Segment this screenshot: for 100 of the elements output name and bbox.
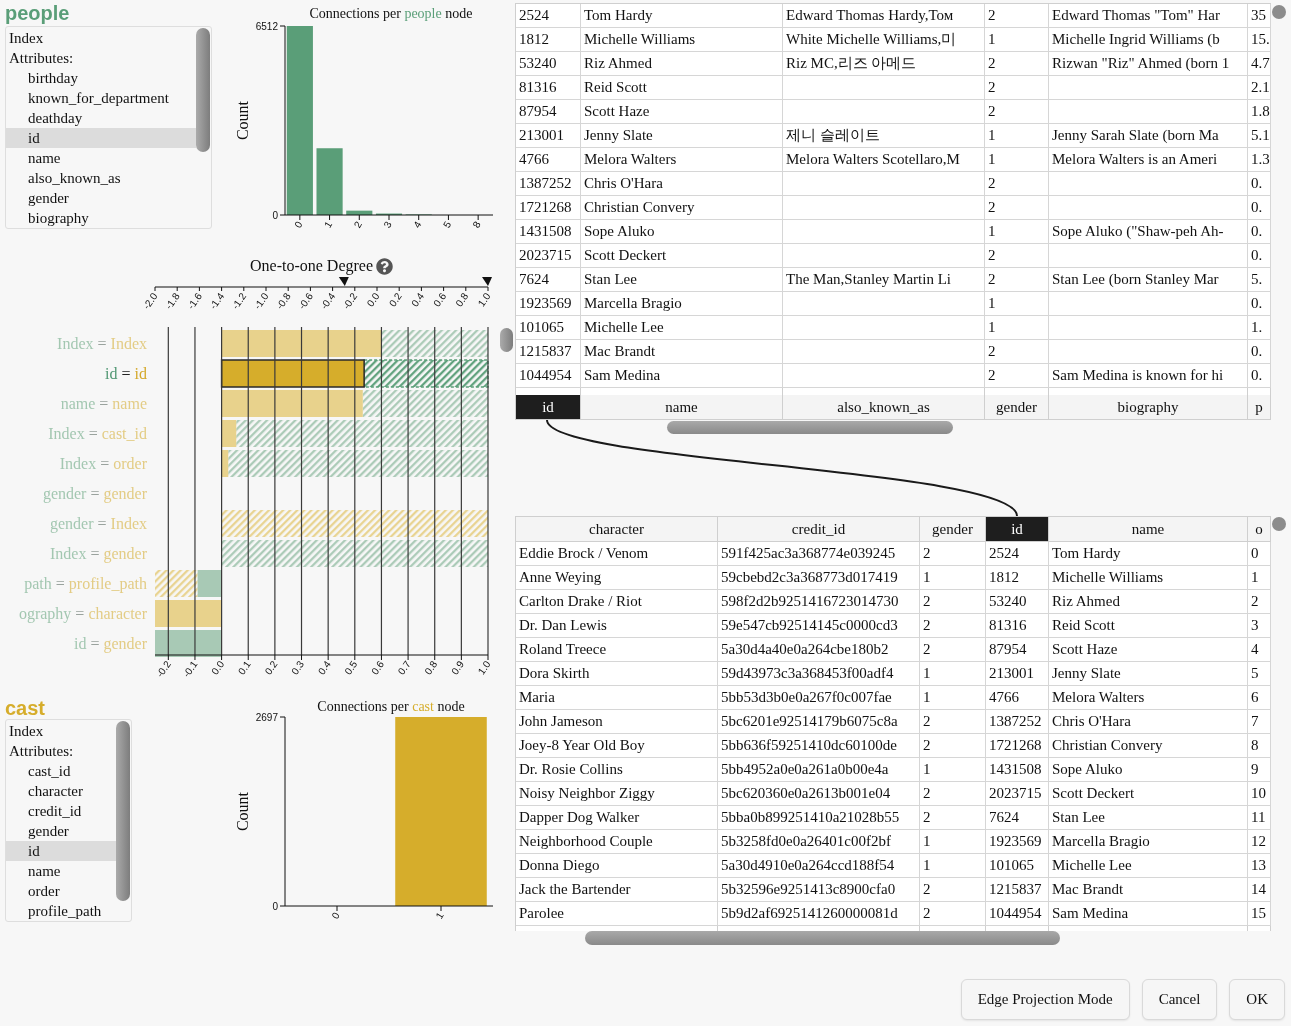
axis-tick-label: 0.6: [369, 658, 387, 677]
table-cell: 1431508: [986, 758, 1049, 782]
table-cell: 0.: [1248, 172, 1271, 196]
axis-tick-label: 0.8: [422, 658, 440, 677]
table-cell: 2: [985, 52, 1049, 76]
table-cell: 제니 슬레이트: [783, 124, 985, 148]
table-cell: 1: [1248, 566, 1271, 590]
table-cell: 3: [1248, 614, 1271, 638]
table-cell: 4766: [986, 686, 1049, 710]
table-cell: 0.: [1248, 340, 1271, 364]
table-cell: Riz MC,리즈 아메드: [783, 52, 985, 76]
table-cell: Roland Treece: [516, 638, 718, 662]
table-cell: Sam Medina: [1049, 902, 1248, 926]
table-cell: 8: [1248, 734, 1271, 758]
table-cell: 1: [920, 662, 986, 686]
table-cell: 2: [985, 4, 1049, 28]
axis-tick-label: 0.7: [395, 658, 413, 677]
table-cell: 35: [1248, 4, 1271, 28]
table-cell: Parolee: [516, 902, 718, 926]
axis-tick-label: 0.3: [289, 658, 307, 677]
table-cell: 213001: [986, 662, 1049, 686]
table-cell: 1: [985, 28, 1049, 52]
table-cell: 1.: [1248, 316, 1271, 340]
table-cell: 213001: [516, 124, 581, 148]
table-cell: 1812: [516, 28, 581, 52]
table-cell: 591f425ac3a368774e039245: [718, 542, 920, 566]
table-cell: 2: [920, 878, 986, 902]
table-cell: Chris O'Hara: [1049, 710, 1248, 734]
table-cell: Melora Walters: [1049, 686, 1248, 710]
table-cell: Maria: [516, 686, 718, 710]
table-cell: 1: [985, 124, 1049, 148]
table-cell: 12: [1248, 830, 1271, 854]
table-cell: Sope Aluko ("Shaw-peh Ah-: [1049, 220, 1248, 244]
table-cell: 5bc6201e92514179b6075c8a: [718, 710, 920, 734]
axis-tick-label: 0.6: [431, 290, 449, 309]
table-cell: 2: [920, 806, 986, 830]
axis-tick-label: -0.6: [296, 290, 316, 312]
table-cell: 2: [985, 172, 1049, 196]
table-cell: 59cbebd2c3a368773d017419: [718, 566, 920, 590]
table-cell: Sope Aluko: [1049, 758, 1248, 782]
table-cell: Carlton Drake / Riot: [516, 590, 718, 614]
table-cell: 1387252: [516, 172, 581, 196]
axis-tick-label: 3: [381, 219, 394, 230]
table-cell: 1: [920, 854, 986, 878]
table-cell: Dr. Rosie Collins: [516, 758, 718, 782]
table-cell: Jenny Slate: [581, 124, 783, 148]
table-cell: 13: [1248, 854, 1271, 878]
axis-tick-label: -0.2: [154, 658, 173, 680]
axis-tick-label: -1.6: [185, 290, 205, 312]
table-cell: 5b9d2af6925141260000081d: [718, 902, 920, 926]
table-cell: 7624: [986, 806, 1049, 830]
table-cell: 2: [920, 590, 986, 614]
table-cell: 5a30d4a40e0a264cbe180b2: [718, 638, 920, 662]
table-cell: Mac Brandt: [1049, 878, 1248, 902]
table-cell: Dapper Dog Walker: [516, 806, 718, 830]
chart-title: Connections per cast node: [316, 698, 466, 716]
table-cell: 2: [920, 902, 986, 926]
axis-tick-label: -1.4: [207, 290, 227, 312]
table-cell: 2: [985, 244, 1049, 268]
axis-tick-label: 0.5: [342, 658, 360, 677]
table-cell: 1.8: [1248, 100, 1271, 124]
axis-tick-label: 0: [272, 209, 278, 221]
table-cell: 53240: [986, 590, 1049, 614]
table-cell: 1: [985, 220, 1049, 244]
table-cell: 5.: [1248, 268, 1271, 292]
table-cell: 1: [920, 686, 986, 710]
axis-tick-label: -1.0: [251, 290, 271, 312]
table-cell: Dora Skirth: [516, 662, 718, 686]
table-cell: Jack the Bartender: [516, 878, 718, 902]
axis-tick-label: 1: [322, 219, 335, 230]
table-cell: 2: [985, 268, 1049, 292]
table-cell: 2: [1248, 590, 1271, 614]
chart-title: One-to-one Degree: [249, 257, 373, 275]
table-cell: Edward Thomas Hardy,Том: [783, 4, 985, 28]
table-cell: Michelle Williams: [581, 28, 783, 52]
table-cell: 1044954: [516, 364, 581, 388]
axis-tick-label: 1.0: [475, 658, 493, 677]
table-cell: Stan Lee (born Stanley Mar: [1049, 268, 1248, 292]
axis-tick-label: 8: [470, 219, 483, 230]
table-cell: 0.: [1248, 196, 1271, 220]
table-cell: Melora Walters is an Ameri: [1049, 148, 1248, 172]
table-cell: Melora Walters Scotellaro,M: [783, 148, 985, 172]
table-cell: 5.1: [1248, 124, 1271, 148]
table-cell: 2524: [986, 542, 1049, 566]
table-cell: 2: [920, 542, 986, 566]
table-cell: Sope Aluko: [581, 220, 783, 244]
table-cell: Mac Brandt: [581, 340, 783, 364]
table-cell: 5b3258fd0e0a26401c00f2bf: [718, 830, 920, 854]
table-cell: 2: [985, 196, 1049, 220]
table-cell: 5bb53d3b0e0a267f0c007fae: [718, 686, 920, 710]
table-cell: 1431508: [516, 220, 581, 244]
table-cell: 2: [920, 782, 986, 806]
table-cell: Edward Thomas "Tom" Har: [1049, 4, 1248, 28]
axis-tick-label: -2.0: [140, 290, 160, 312]
axis-tick-label: -0.1: [180, 658, 200, 680]
axis-tick-label: 0.4: [315, 658, 333, 677]
table-cell: 5bb4952a0e0a261a0b00e4a: [718, 758, 920, 782]
table-cell: 1: [920, 566, 986, 590]
table-cell: John Jameson: [516, 710, 718, 734]
axis-tick-label: 4: [411, 219, 424, 230]
